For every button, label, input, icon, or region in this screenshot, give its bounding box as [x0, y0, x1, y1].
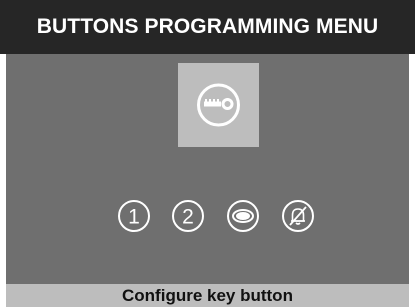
status-bar: Configure key button	[6, 284, 409, 307]
button-2-label: 2	[182, 206, 194, 229]
button-1-option[interactable]: 1	[117, 199, 151, 233]
title-bar: BUTTONS PROGRAMMING MENU	[0, 0, 415, 54]
selected-option-key[interactable]	[178, 63, 259, 147]
button-2-option[interactable]: 2	[171, 199, 205, 233]
eye-icon	[227, 200, 259, 232]
status-text: Configure key button	[122, 285, 293, 305]
buttons-programming-screen: BUTTONS PROGRAMMING MENU 1 2 Configure k…	[0, 0, 415, 307]
button-1-label: 1	[128, 206, 140, 229]
button-2-icon: 2	[172, 200, 204, 232]
eye-option[interactable]	[226, 199, 260, 233]
key-icon	[197, 83, 240, 127]
bell-off-icon	[282, 200, 314, 232]
button-1-icon: 1	[118, 200, 150, 232]
bell-off-option[interactable]	[281, 199, 315, 233]
page-title: BUTTONS PROGRAMMING MENU	[36, 15, 379, 38]
